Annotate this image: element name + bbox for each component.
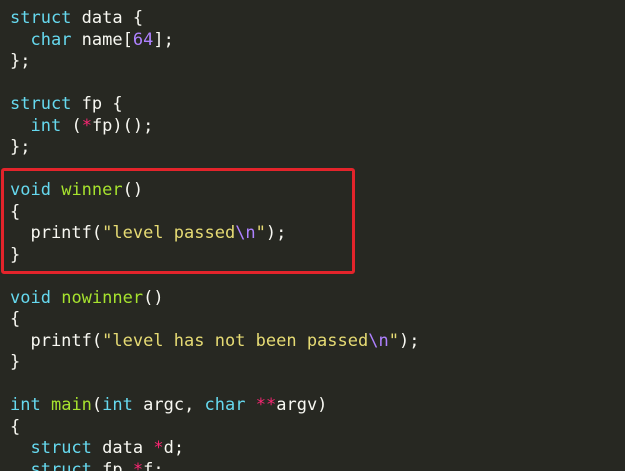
code-token-keyword: int (102, 395, 133, 415)
code-token-keyword: struct (30, 459, 92, 471)
code-token-keyword: void (10, 180, 51, 200)
code-token-escape: \n (235, 223, 256, 243)
code-line: }; (10, 137, 419, 159)
code-token-operator: ** (255, 395, 277, 415)
code-token-operator: * (81, 115, 92, 136)
code-token-plain: data (91, 438, 154, 458)
code-line: void winner() (10, 180, 419, 202)
code-token-plain: fp { (71, 94, 123, 114)
code-token-plain: { (10, 416, 21, 437)
code-token-plain: argc, (132, 395, 205, 415)
code-token-plain: () (122, 180, 144, 200)
code-line: } (10, 352, 419, 374)
code-line: } (10, 245, 419, 267)
code-token-plain: ( (61, 115, 82, 136)
code-token-plain: }; (10, 51, 31, 71)
code-line: struct fp *f; (10, 460, 419, 471)
code-token-plain: { (10, 201, 21, 222)
code-token-plain: } (10, 352, 21, 372)
code-token-plain: fp)(); (91, 115, 154, 136)
code-token-plain: argv) (276, 395, 328, 415)
code-token-keyword: void (10, 287, 51, 308)
code-line: int main(int argc, char **argv) (10, 395, 419, 417)
code-token-number: 64 (132, 29, 154, 50)
code-token-keyword: char (30, 29, 72, 50)
code-token-keyword: char (204, 395, 246, 415)
code-token-string: " (255, 223, 266, 243)
code-token-plain: } (10, 244, 21, 265)
code-token-plain: f; (143, 459, 164, 471)
code-token-keyword: int (10, 395, 41, 415)
code-line: struct fp { (10, 94, 419, 116)
code-line: struct data { (10, 8, 419, 30)
code-token-plain: ]; (153, 29, 174, 50)
code-token-plain: () (143, 287, 164, 308)
code-token-plain: ); (265, 223, 287, 243)
code-token-plain: printf( (10, 223, 103, 243)
code-token-plain: d; (163, 438, 185, 458)
code-token-keyword: struct (10, 8, 72, 28)
code-token-function: nowinner (61, 287, 144, 308)
code-line: { (10, 417, 419, 439)
code-line: void nowinner() (10, 288, 419, 310)
code-line: { (10, 202, 419, 224)
code-line: { (10, 309, 419, 331)
code-token-plain: printf( (10, 330, 103, 351)
code-token-plain: }; (10, 137, 31, 157)
code-token-keyword: struct (30, 438, 92, 458)
code-line: printf("level has not been passed\n"); (10, 331, 419, 353)
code-token-plain: ( (91, 395, 103, 415)
code-token-plain: fp (91, 459, 133, 471)
code-token-keyword: struct (10, 94, 72, 114)
code-token-string: "level passed (102, 223, 236, 243)
code-line: struct data *d; (10, 438, 419, 460)
code-token-function: winner (61, 180, 123, 200)
code-token-string: " (388, 330, 399, 351)
code-line: printf("level passed\n"); (10, 223, 419, 245)
code-token-operator: * (132, 459, 144, 471)
code-token-plain: data { (71, 8, 144, 28)
code-token-string: "level has not been passed (102, 330, 369, 351)
code-line: char name[64]; (10, 30, 419, 52)
code-editor[interactable]: struct data { char name[64];}; struct fp… (0, 0, 625, 471)
code-line: }; (10, 51, 419, 73)
code-token-plain: name[ (71, 29, 133, 50)
code-token-operator: * (153, 438, 164, 458)
code-token-plain: ); (398, 330, 420, 351)
code-token-plain: { (10, 309, 21, 329)
code-token-function: main (50, 395, 92, 415)
code-block[interactable]: struct data { char name[64];}; struct fp… (10, 8, 419, 471)
code-token-keyword: int (30, 115, 62, 136)
code-line: int (*fp)(); (10, 116, 419, 138)
code-token-escape: \n (368, 330, 389, 351)
